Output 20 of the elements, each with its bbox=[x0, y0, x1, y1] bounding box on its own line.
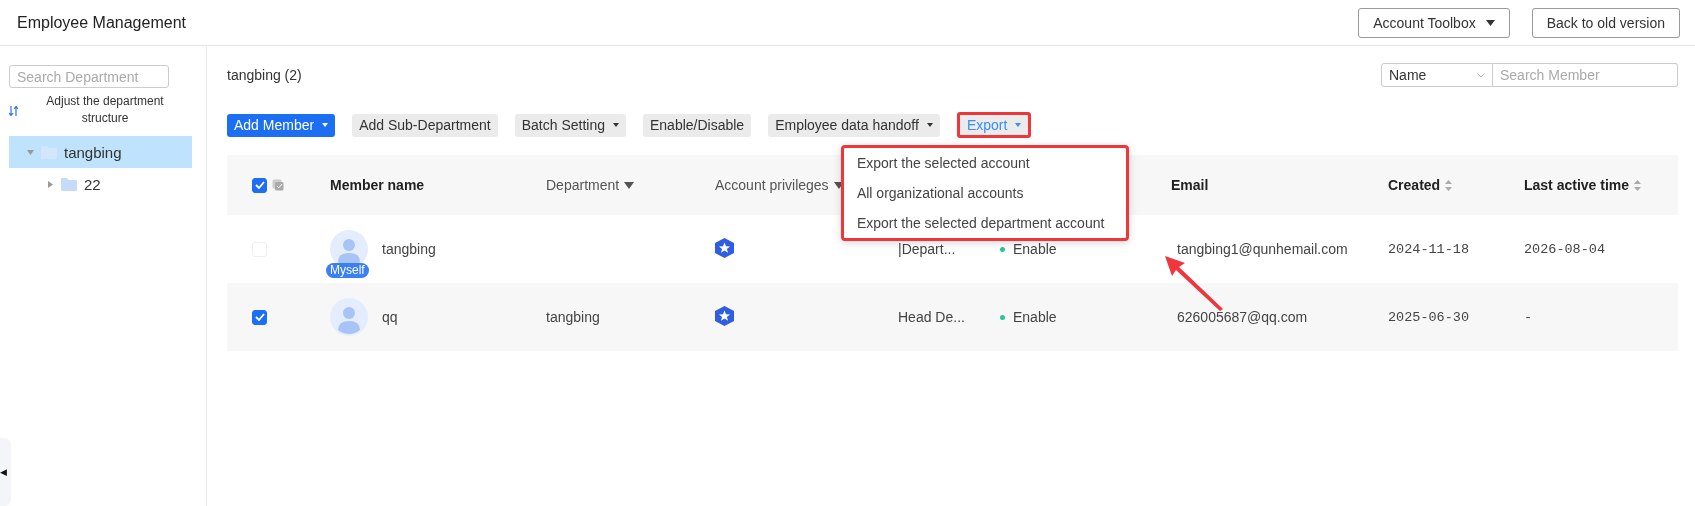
table-cell-text: 2025-06-30 bbox=[1387, 309, 1470, 325]
table-cell-text: tangbing bbox=[545, 309, 601, 325]
table-cell-text: Head De... bbox=[897, 309, 966, 325]
page-title: Employee Management bbox=[17, 13, 187, 32]
table-cell-text: 2024-11-18 bbox=[1387, 241, 1470, 257]
column-header: Email bbox=[1170, 177, 1210, 193]
table-cell-text: - bbox=[1523, 309, 1534, 325]
table-cell-text: 2026-08-04 bbox=[1523, 241, 1606, 257]
member-name: tangbing bbox=[382, 241, 436, 257]
tree-label: 22 bbox=[84, 175, 101, 193]
column-header: Member name bbox=[329, 177, 426, 193]
tree-label: tangbing bbox=[64, 143, 122, 161]
department-heading: tangbing (2) bbox=[227, 67, 302, 83]
myself-badge: Myself bbox=[326, 263, 369, 278]
status-text: Enable bbox=[1013, 241, 1057, 257]
status-text: Enable bbox=[1013, 309, 1057, 325]
table-cell-text: 626005687@qq.com bbox=[1176, 309, 1309, 325]
table-cell-text: tangbing1@qunhemail.com bbox=[1176, 241, 1349, 257]
table-cell-text: |Depart... bbox=[897, 241, 957, 257]
member-name: qq bbox=[382, 309, 398, 325]
